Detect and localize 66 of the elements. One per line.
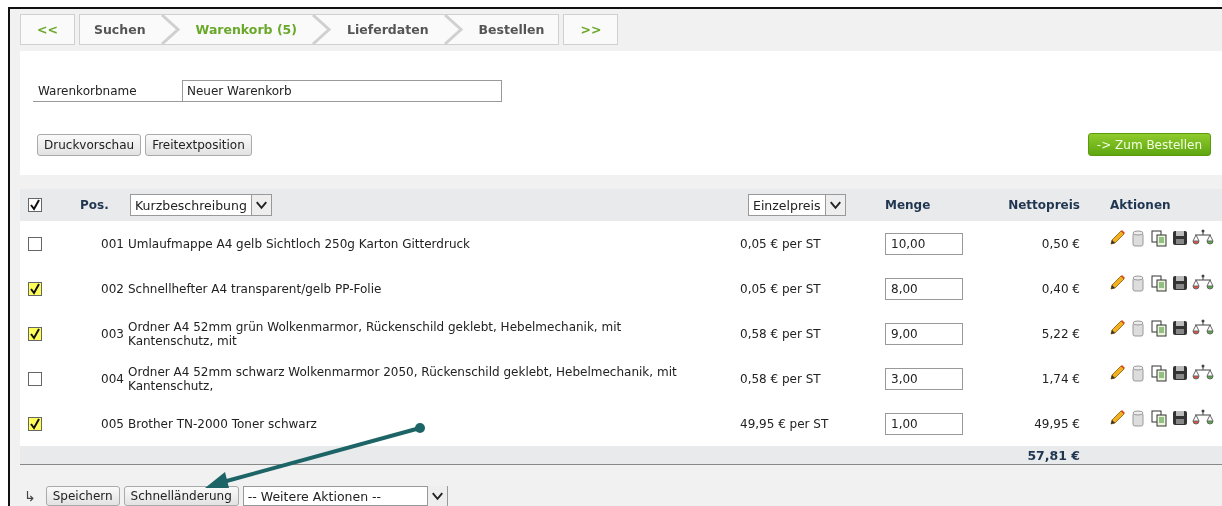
item-description: Umlaufmappe A4 gelb Sichtloch 250g Karton Gitterdruck (127, 236, 472, 251)
copy-icon[interactable] (1150, 364, 1168, 382)
item-description: Ordner A4 52mm grün Wolkenmarmor, Rückenschild geklebt, Hebelmechanik, mit Kantenschutz, mit (127, 319, 623, 348)
pencil-icon[interactable] (1108, 229, 1126, 247)
select-all-checkbox[interactable] (28, 198, 42, 212)
caret-icon (825, 195, 845, 215)
column-select[interactable]: Einzelpreis (748, 194, 846, 216)
position-number: 002 (100, 281, 124, 296)
column-header: Nettopreis (1007, 198, 1080, 212)
unit-price: 49,95 € per ST (740, 416, 830, 431)
toolbar-button[interactable]: Freitextposition (145, 134, 252, 156)
column-header: Aktionen (1110, 198, 1171, 212)
pencil-icon[interactable] (1108, 274, 1126, 292)
net-price: 49,95 € (1033, 416, 1080, 431)
item-description: Brother TN-2000 Toner schwarz (127, 416, 318, 431)
pencil-icon[interactable] (1108, 319, 1126, 337)
toolbar-button[interactable]: Druckvorschau (37, 134, 142, 156)
copy-icon[interactable] (1150, 409, 1168, 427)
column-select[interactable]: Kurzbeschreibung (130, 194, 272, 216)
row-checkbox[interactable] (28, 236, 42, 251)
step-tab[interactable]: Bestellen (464, 15, 559, 44)
net-price: 1,74 € (1040, 371, 1080, 386)
quantity-field[interactable]: 10,00 (885, 232, 963, 255)
pencil-icon[interactable] (1108, 364, 1126, 382)
row-checkbox[interactable] (28, 281, 42, 296)
more-actions-select[interactable]: -- Weitere Aktionen -- (242, 486, 448, 506)
net-price: 5,22 € (1040, 326, 1080, 341)
unit-price: 0,58 € per ST (740, 371, 822, 386)
scales-icon[interactable] (1192, 409, 1214, 427)
scales-icon[interactable] (1192, 364, 1214, 382)
pencil-icon[interactable] (1108, 409, 1126, 427)
net-price: 0,50 € (1040, 236, 1080, 251)
scales-icon[interactable] (1192, 229, 1214, 247)
basket-name-label: Warenkorbname (33, 84, 182, 102)
unit-price: 0,05 € per ST (740, 236, 822, 251)
bulk-action-button[interactable]: Schnelländerung (123, 486, 239, 506)
unit-price: 0,05 € per ST (740, 281, 822, 296)
copy-icon[interactable] (1150, 229, 1168, 247)
quantity-field[interactable]: 3,00 (885, 367, 963, 390)
step-tab[interactable]: Lieferdaten (333, 15, 443, 44)
row-checkbox[interactable] (28, 371, 42, 386)
column-header: Pos. (80, 198, 110, 212)
item-description: Schnellhefter A4 transparent/gelb PP-Folie (127, 281, 383, 296)
copy-icon[interactable] (1150, 274, 1168, 292)
copy-icon[interactable] (1150, 319, 1168, 337)
total-price: 57,81 € (1026, 447, 1080, 463)
scales-icon[interactable] (1192, 274, 1214, 292)
net-price: 0,40 € (1040, 281, 1080, 296)
quantity-field[interactable]: 1,00 (885, 412, 963, 435)
quantity-field[interactable]: 9,00 (885, 322, 963, 345)
quantity-field[interactable]: 8,00 (885, 277, 963, 300)
position-number: 005 (100, 416, 124, 431)
position-number: 004 (100, 371, 124, 386)
basket-name-field[interactable]: Neuer Warenkorb (182, 80, 502, 102)
step-tab[interactable]: Suchen (79, 15, 160, 44)
unit-price: 0,58 € per ST (740, 326, 822, 341)
column-header: Menge (885, 198, 931, 212)
position-number: 001 (100, 236, 124, 251)
bulk-action-button[interactable]: Speichern (45, 486, 120, 506)
row-checkbox[interactable] (28, 416, 42, 431)
scales-icon[interactable] (1192, 319, 1214, 337)
caret-icon (251, 195, 271, 215)
row-checkbox[interactable] (28, 326, 42, 341)
position-number: 003 (100, 326, 124, 341)
item-description: Ordner A4 52mm schwarz Wolkenmarmor 2050, Rückenschild geklebt, Hebelmechanik, mit Kantenschutz, (127, 364, 678, 393)
return-arrow-glyph: ↳ (24, 488, 36, 504)
